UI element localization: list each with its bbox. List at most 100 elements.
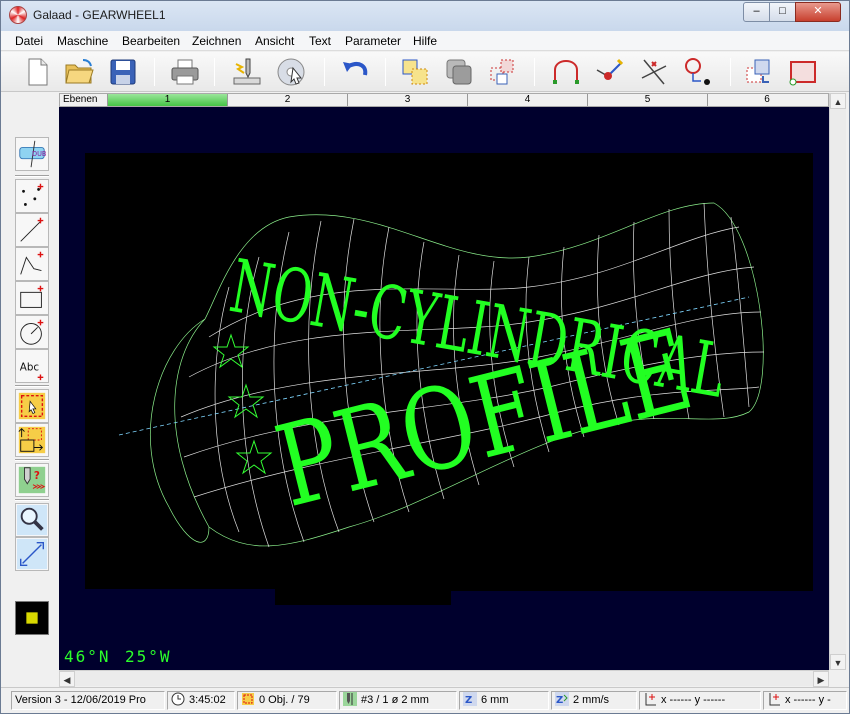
text-label-icon: DUB <box>19 140 47 168</box>
undo-icon[interactable] <box>339 56 371 88</box>
status-time-cell: 3:45:02 <box>167 691 235 710</box>
select-frame-tool[interactable] <box>15 389 49 423</box>
scroll-right-arrow-icon[interactable]: ▶ <box>813 671 829 687</box>
menu-bar: Datei Maschine Bearbeiten Zeichnen Ansic… <box>1 31 849 51</box>
save-disk-icon[interactable] <box>107 56 139 88</box>
status-coords2-cell: x ------ y - <box>763 691 847 710</box>
tool-bit-icon <box>343 692 357 706</box>
open-folder-icon[interactable] <box>63 56 95 88</box>
layer-tab-6[interactable]: 6 <box>708 94 826 106</box>
status-time: 3:45:02 <box>189 694 226 706</box>
menu-hilfe[interactable]: Hilfe <box>413 34 437 48</box>
points-tool[interactable] <box>15 179 49 213</box>
depth-z-icon: Z <box>463 692 477 706</box>
zoom-icon <box>16 504 48 536</box>
line-icon <box>20 217 44 242</box>
svg-text:Z: Z <box>465 695 472 706</box>
status-objects: 0 Obj. / 79 <box>259 694 310 706</box>
rectangle-frame-icon[interactable] <box>787 56 819 88</box>
maximize-button[interactable]: □ <box>769 2 796 22</box>
machining-icon[interactable] <box>231 56 263 88</box>
array-icon[interactable] <box>487 56 519 88</box>
layers-bar: Ebenen 1 2 3 4 5 6 <box>59 93 829 107</box>
scroll-down-arrow-icon[interactable]: ▼ <box>830 654 846 670</box>
scroll-left-arrow-icon[interactable]: ◀ <box>59 671 75 687</box>
rectangle-icon <box>20 285 44 308</box>
menu-parameter[interactable]: Parameter <box>345 34 401 48</box>
layer-tab-4[interactable]: 4 <box>468 94 588 106</box>
svg-text:Z: Z <box>556 695 563 706</box>
layer-tab-3[interactable]: 3 <box>348 94 468 106</box>
cursor-coords-icon <box>645 693 656 706</box>
copy-transform-icon[interactable] <box>399 56 431 88</box>
menu-zeichnen[interactable]: Zeichnen <box>192 34 241 48</box>
menu-bearbeiten[interactable]: Bearbeiten <box>122 34 180 48</box>
layer-tab-2[interactable]: 2 <box>228 94 348 106</box>
color-swatch[interactable] <box>15 601 49 635</box>
layers-label: Ebenen <box>60 94 108 106</box>
minimize-button[interactable]: ‒ <box>743 2 770 22</box>
status-coords1-cell: x ------ y ------ <box>639 691 761 710</box>
layer-copy-icon[interactable] <box>743 56 775 88</box>
toolbox-separator <box>15 499 49 501</box>
arc-node-icon[interactable] <box>550 56 582 88</box>
status-speed-cell: Z 2 mm/s <box>551 691 637 710</box>
status-speed: 2 mm/s <box>573 694 610 706</box>
clock-icon <box>171 692 185 706</box>
objects-icon <box>242 693 254 705</box>
drill-tool[interactable]: ? <box>15 463 49 497</box>
point-line-icon[interactable] <box>594 56 626 88</box>
trim-icon[interactable] <box>638 56 670 88</box>
select-frame-icon <box>18 392 46 420</box>
status-tool: #3 / 1 ø 2 mm <box>361 694 429 706</box>
drawing-canvas[interactable]: NON-CYLINDRICAL PROFILE <box>59 107 829 670</box>
new-file-icon[interactable] <box>21 56 53 88</box>
status-depth-cell: Z 6 mm <box>459 691 549 710</box>
menu-ansicht[interactable]: Ansicht <box>255 34 294 48</box>
vertical-scrollbar[interactable]: ▲ ▼ <box>829 93 846 670</box>
toolbar-separator <box>214 58 215 86</box>
scroll-up-arrow-icon[interactable]: ▲ <box>830 93 846 109</box>
circle-point-icon[interactable] <box>681 56 713 88</box>
circle-icon <box>20 319 44 345</box>
text-label-icon-text: DUB <box>32 150 47 158</box>
color-swatch-icon <box>16 602 48 634</box>
horizontal-scrollbar[interactable]: ◀ ▶ <box>59 670 829 687</box>
measure-tool[interactable] <box>15 537 49 571</box>
polyline-tool[interactable] <box>15 247 49 281</box>
toolbox-separator <box>15 459 49 461</box>
menu-maschine[interactable]: Maschine <box>57 34 108 48</box>
close-button[interactable]: ✕ <box>795 2 841 22</box>
text-tool[interactable]: Abc <box>15 349 49 383</box>
main-toolbar <box>1 52 849 92</box>
status-coords1: x ------ y ------ <box>661 694 726 706</box>
toolbar-separator <box>154 58 155 86</box>
galaad-logo-icon[interactable] <box>9 6 27 24</box>
move-copy-icon <box>18 426 46 454</box>
zoom-tool[interactable] <box>15 503 49 537</box>
group-icon[interactable] <box>443 56 475 88</box>
circle-tool[interactable] <box>15 315 49 349</box>
polyline-icon <box>20 251 44 275</box>
status-depth: 6 mm <box>481 694 509 706</box>
layer-tab-5[interactable]: 5 <box>588 94 708 106</box>
move-copy-tool[interactable] <box>15 423 49 457</box>
app-window: Galaad - GEARWHEEL1 ‒ □ ✕ Datei Maschine… <box>0 0 850 714</box>
rectangle-tool[interactable] <box>15 281 49 315</box>
status-version: Version 3 - 12/06/2019 Pro <box>11 691 165 710</box>
text-label-tool[interactable]: DUB <box>15 137 49 171</box>
toolbar-separator <box>730 58 731 86</box>
drill-icon: ? <box>18 466 46 494</box>
text-abc-icon: Abc <box>20 362 44 381</box>
menu-datei[interactable]: Datei <box>15 34 43 48</box>
status-objects-cell: 0 Obj. / 79 <box>237 691 337 710</box>
line-tool[interactable] <box>15 213 49 247</box>
menu-text[interactable]: Text <box>309 34 331 48</box>
title-bar: Galaad - GEARWHEEL1 ‒ □ ✕ <box>1 1 849 31</box>
text-abc-icon-text: Abc <box>20 362 40 374</box>
toolbar-separator <box>534 58 535 86</box>
layer-tab-1[interactable]: 1 <box>108 94 228 106</box>
toolbox-separator <box>15 385 49 387</box>
cd-pointer-icon[interactable] <box>275 56 307 88</box>
print-icon[interactable] <box>169 56 201 88</box>
